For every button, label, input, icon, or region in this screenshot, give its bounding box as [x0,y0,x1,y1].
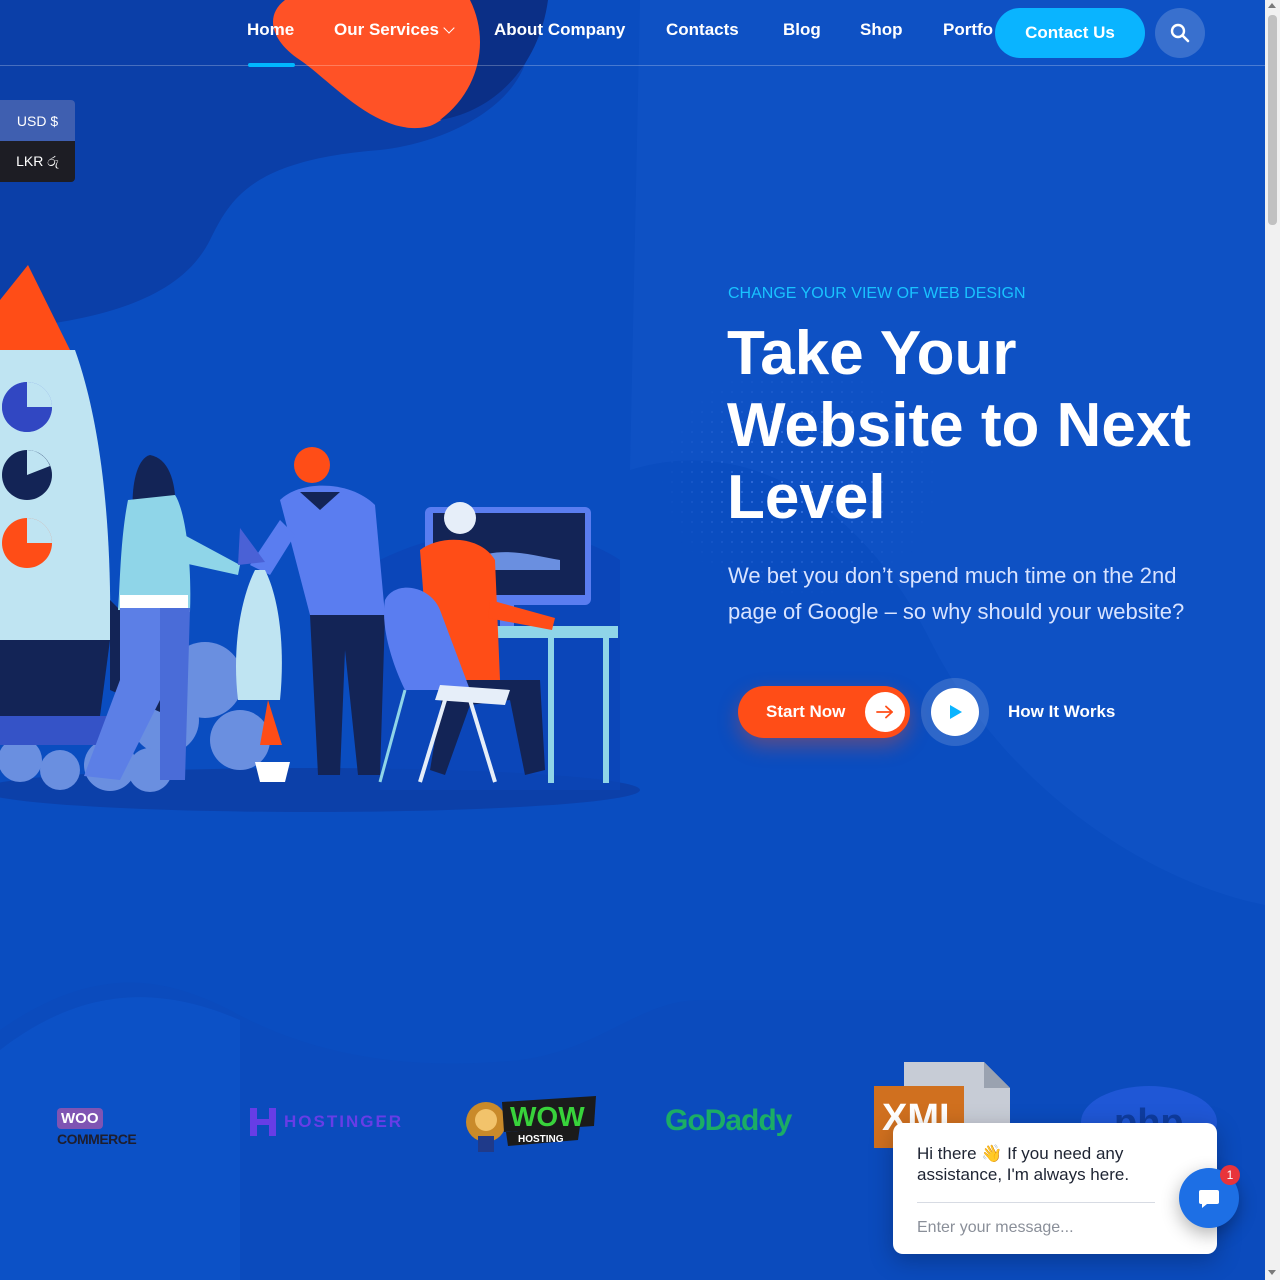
hero-background [0,0,1265,1280]
nav-item-blog[interactable]: Blog [783,20,821,40]
nav-item-shop[interactable]: Shop [860,20,903,40]
currency-option-usd[interactable]: USD $ [0,100,75,141]
nav-item-label: Our Services [334,20,439,39]
chevron-down-icon [443,22,455,34]
wow-logo-text: WOW [510,1101,585,1132]
start-now-button[interactable]: Start Now [738,686,910,738]
contact-us-button[interactable]: Contact Us [995,8,1145,58]
headline-line: Level [727,463,886,532]
headline-line: Website to Next [727,391,1191,460]
play-video-button[interactable] [921,678,989,746]
chat-greeting: Hi there 👋 If you need any assistance, I… [917,1144,1130,1184]
hostinger-mark-icon [250,1108,276,1136]
arrow-right-icon [865,692,905,732]
hero-eyebrow: CHANGE YOUR VIEW OF WEB DESIGN [728,285,1026,302]
top-navigation: Home Our Services About Company Contacts… [0,0,1265,67]
start-now-label: Start Now [766,702,846,721]
headline-line: Take Your [727,319,1017,388]
play-icon [931,688,979,736]
page-scrollbar[interactable] [1265,0,1280,1280]
currency-option-lkr[interactable]: LKR රු [0,141,75,182]
scroll-up-arrow-icon[interactable] [1268,3,1276,8]
nav-item-home[interactable]: Home [247,20,294,40]
nav-item-portfolio[interactable]: Portfo [943,20,993,40]
how-it-works-link[interactable]: How It Works [1008,702,1115,722]
search-button[interactable] [1155,8,1205,58]
hostinger-logo-text: HOSTINGER [284,1112,404,1131]
nav-item-contacts[interactable]: Contacts [666,20,739,40]
hero-subtext: We bet you don’t spend much time on the … [728,563,1185,624]
nav-item-about-company[interactable]: About Company [494,20,625,40]
page: Home Our Services About Company Contacts… [0,0,1280,1280]
search-icon [1170,23,1190,43]
chat-popup: Hi there 👋 If you need any assistance, I… [893,1123,1217,1254]
scrollbar-thumb[interactable] [1268,15,1277,225]
chat-divider [917,1202,1155,1203]
wow-logo-subtext: HOSTING [518,1134,564,1145]
chat-unread-badge: 1 [1220,1165,1240,1185]
nav-item-our-services[interactable]: Our Services [334,20,455,40]
woocommerce-logo-word: COMMERCE [57,1131,137,1147]
hero-headline: Take Your Website to Next Level [727,318,1247,534]
chat-bubble-icon [1199,1190,1219,1208]
wow-hosting-logo: WOW HOSTING [466,1096,596,1152]
godaddy-logo: GoDaddy [665,1104,792,1137]
hostinger-logo: HOSTINGER [250,1108,403,1136]
chat-message-input[interactable] [917,1215,1157,1241]
woocommerce-logo-badge: WOO [57,1108,103,1129]
woocommerce-logo: WOO COMMERCE [57,1108,177,1147]
active-nav-indicator [248,63,295,67]
scroll-down-arrow-icon[interactable] [1268,1270,1276,1275]
